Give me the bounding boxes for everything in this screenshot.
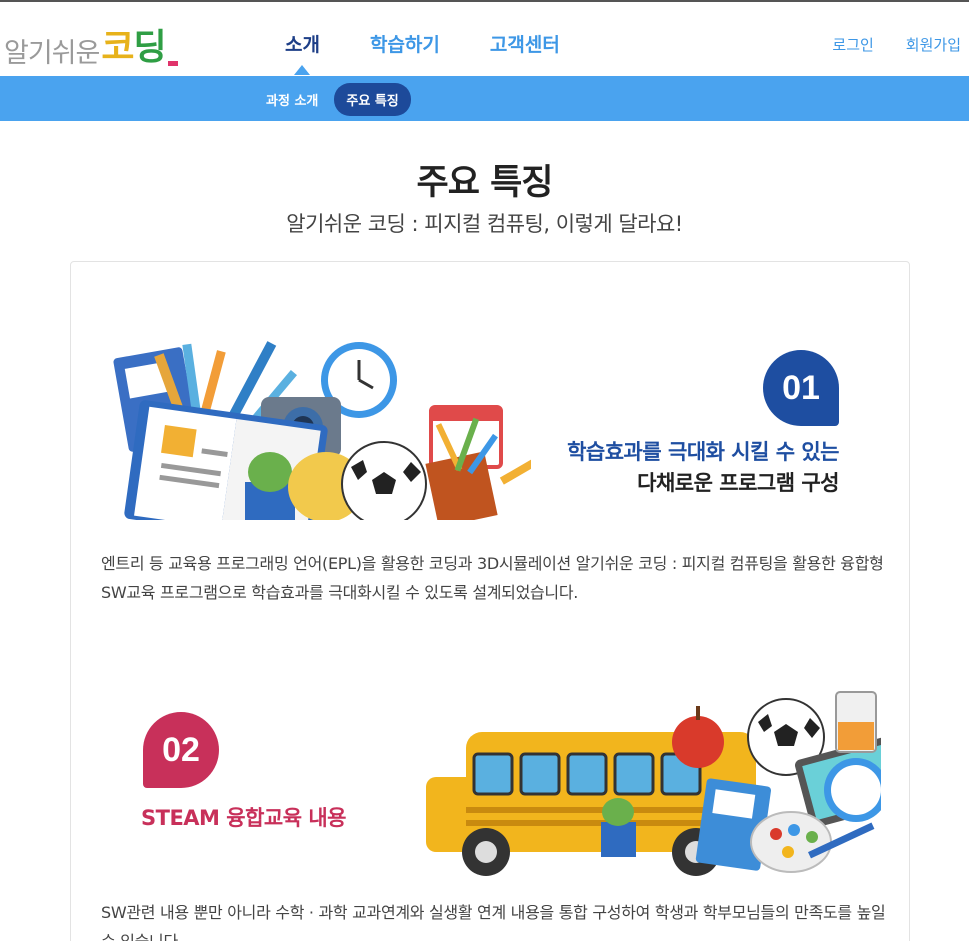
school-bus-illustration bbox=[426, 691, 881, 876]
sub-nav-bar: 과정 소개 주요 특징 bbox=[0, 76, 969, 121]
login-link[interactable]: 로그인 bbox=[832, 34, 873, 55]
sub-nav-items: 과정 소개 주요 특징 bbox=[264, 83, 411, 116]
page-title: 주요 특징 bbox=[416, 163, 554, 203]
feature-2-description: SW관련 내용 뿐만 아니라 수학 · 과학 교과연계와 실생활 연계 내용을 … bbox=[101, 903, 886, 941]
main-nav: 소개 학습하기 고객센터 bbox=[285, 30, 560, 75]
feature-number-badge-2: 02 bbox=[143, 712, 219, 788]
feature-number-badge-1: 01 bbox=[763, 350, 839, 426]
logo-text-co: 코 bbox=[101, 27, 134, 68]
nav-active-caret-icon bbox=[294, 65, 311, 75]
nav-item-learn[interactable]: 학습하기 bbox=[370, 30, 440, 57]
logo-text-ding: 딩 bbox=[133, 27, 167, 68]
logo-accent-mark bbox=[167, 61, 178, 66]
feature-1-description: 엔트리 등 교육용 프로그래밍 언어(EPL)을 활용한 코딩과 3D시뮬레이션… bbox=[101, 554, 884, 602]
site-logo[interactable]: 알기쉬운 코 딩 bbox=[4, 22, 178, 70]
page-subtitle: 알기쉬운 코딩 : 피지컬 컴퓨팅, 이렇게 달라요! bbox=[286, 212, 683, 236]
nav-item-intro[interactable]: 소개 bbox=[285, 30, 320, 75]
feature-2-headline: STEAM 융합교육 내용 bbox=[141, 806, 347, 830]
subnav-item-course-intro[interactable]: 과정 소개 bbox=[264, 83, 320, 116]
subnav-item-key-features[interactable]: 주요 특징 bbox=[334, 83, 411, 116]
logo-text-soft: 알기쉬운 bbox=[4, 38, 100, 69]
nav-item-support[interactable]: 고객센터 bbox=[490, 30, 560, 57]
signup-link[interactable]: 회원가입 bbox=[906, 34, 961, 55]
utility-links: 로그인 회원가입 bbox=[832, 34, 961, 55]
nav-item-intro-label: 소개 bbox=[285, 34, 320, 56]
school-supplies-illustration bbox=[113, 341, 531, 520]
feature-1-headline-line2: 다채로운 프로그램 구성 bbox=[637, 471, 839, 495]
feature-1-headline-line1: 학습효과를 극대화 시킬 수 있는 bbox=[567, 440, 839, 464]
features-card: 01 학습효과를 극대화 시킬 수 있는 다채로운 프로그램 구성 엔트리 등 … bbox=[70, 261, 910, 941]
site-header: 알기쉬운 코 딩 소개 학습하기 고객센터 로그인 회원가입 bbox=[0, 2, 969, 76]
